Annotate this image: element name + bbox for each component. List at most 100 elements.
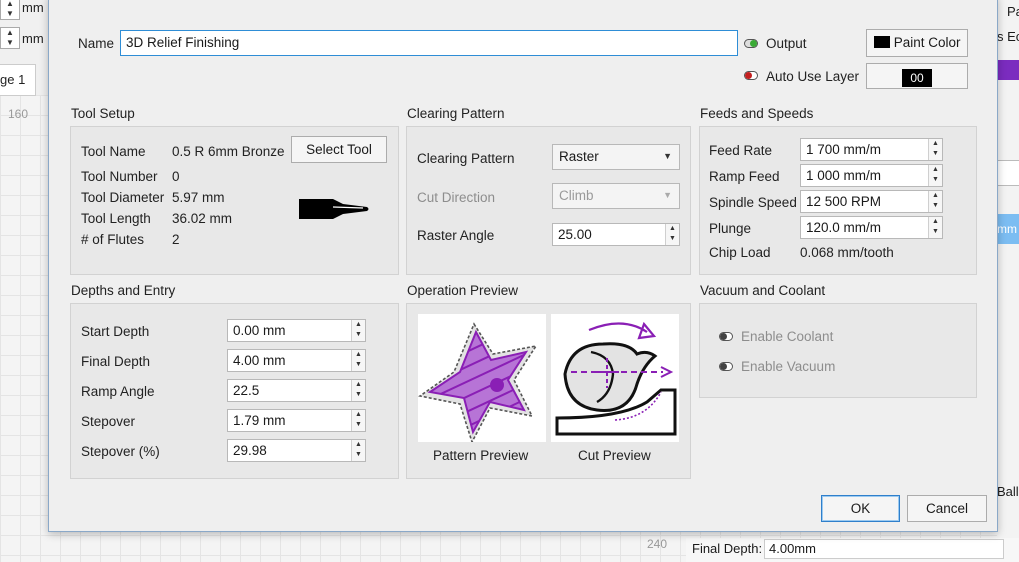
chevron-down-icon: ▼ [663, 190, 672, 200]
layer-button[interactable]: 00 [866, 63, 968, 89]
stepover-pct-label: Stepover (%) [81, 444, 160, 459]
depths-title: Depths and Entry [71, 283, 176, 298]
background-page-tab[interactable]: ge 1 [0, 64, 36, 96]
cut-preview-icon [555, 321, 677, 436]
status-final-depth-field[interactable]: 4.00mm [764, 539, 1004, 559]
spin-up-icon[interactable]: ▲ [352, 350, 365, 360]
spin-down-icon[interactable]: ▼ [352, 330, 365, 340]
background-unit-second: mm [22, 31, 44, 46]
enable-coolant-label: Enable Coolant [741, 329, 834, 344]
vacuum-toggle[interactable] [719, 362, 733, 371]
ramp-feed-spinner[interactable]: 1 000 mm/m ▲ ▼ [800, 164, 943, 187]
feed-rate-value: 1 700 mm/m [806, 142, 882, 157]
spin-down-icon[interactable]: ▼ [352, 360, 365, 370]
background-spinner-top[interactable]: ▲ ▼ [0, 0, 20, 20]
tool-profile-icon [299, 199, 369, 219]
cancel-button[interactable]: Cancel [907, 495, 987, 522]
right-panel-partial-2: s Ec [997, 29, 1019, 44]
ramp-feed-label: Ramp Feed [709, 169, 780, 184]
toolpath-dialog: Name 3D Relief Finishing Output Paint Co… [48, 0, 998, 532]
cut-direction-label: Cut Direction [417, 190, 496, 205]
spin-down-icon[interactable]: ▼ [352, 420, 365, 430]
tool-number-label: Tool Number [81, 169, 158, 184]
depths-group: Start Depth 0.00 mm ▲ ▼ Final Depth 4.00 … [70, 303, 399, 479]
stepover-pct-spinner[interactable]: 29.98 ▲ ▼ [227, 439, 366, 462]
paint-color-button[interactable]: Paint Color [866, 29, 968, 57]
chip-load-value: 0.068 mm/tooth [800, 245, 894, 260]
plunge-value: 120.0 mm/m [806, 220, 882, 235]
tool-diameter-value: 5.97 mm [172, 190, 225, 205]
spin-down-icon[interactable]: ▼ [929, 201, 942, 211]
spin-down-icon[interactable]: ▼ [666, 234, 679, 244]
select-tool-button[interactable]: Select Tool [291, 136, 387, 163]
auto-use-layer-label: Auto Use Layer [766, 69, 860, 84]
name-label: Name [78, 36, 115, 51]
ruler-label-left: 160 [8, 107, 29, 121]
feed-rate-spinner[interactable]: 1 700 mm/m ▲ ▼ [800, 138, 943, 161]
output-label: Output [766, 36, 807, 51]
clearing-pattern-title: Clearing Pattern [407, 106, 505, 121]
spin-down-icon[interactable]: ▼ [352, 390, 365, 400]
stepover-value: 1.79 mm [233, 413, 286, 428]
spin-up-icon[interactable]: ▲ [352, 410, 365, 420]
final-depth-label: Final Depth [81, 354, 151, 369]
raster-angle-value: 25.00 [558, 227, 592, 242]
pattern-preview-caption: Pattern Preview [433, 448, 529, 463]
final-depth-value: 4.00 mm [233, 353, 286, 368]
output-toggle[interactable] [744, 39, 758, 48]
ok-button[interactable]: OK [821, 495, 900, 522]
tool-setup-title: Tool Setup [71, 106, 135, 121]
spin-up-icon[interactable]: ▲ [929, 139, 942, 149]
coolant-toggle[interactable] [719, 332, 733, 341]
ramp-angle-label: Ramp Angle [81, 384, 155, 399]
spin-down-icon[interactable]: ▼ [929, 227, 942, 237]
spin-up-icon[interactable]: ▲ [929, 165, 942, 175]
spin-down-icon[interactable]: ▼ [929, 149, 942, 159]
spindle-speed-spinner[interactable]: 12 500 RPM ▲ ▼ [800, 190, 943, 213]
tool-name-label: Tool Name [81, 144, 146, 159]
cut-preview-panel [551, 314, 679, 442]
clearing-pattern-value: Raster [559, 149, 599, 164]
spin-down-icon[interactable]: ▼ [929, 175, 942, 185]
spin-up-icon[interactable]: ▲ [929, 191, 942, 201]
pattern-preview-panel [418, 314, 546, 445]
stepover-spinner[interactable]: 1.79 mm ▲ ▼ [227, 409, 366, 432]
flutes-label: # of Flutes [81, 232, 145, 247]
enable-vacuum-label: Enable Vacuum [741, 359, 836, 374]
flutes-value: 2 [172, 232, 180, 247]
background-spinner-second[interactable]: ▲ ▼ [0, 27, 20, 49]
spin-up-icon[interactable]: ▲ [352, 320, 365, 330]
tool-length-label: Tool Length [81, 211, 151, 226]
start-depth-spinner[interactable]: 0.00 mm ▲ ▼ [227, 319, 366, 342]
plunge-spinner[interactable]: 120.0 mm/m ▲ ▼ [800, 216, 943, 239]
spin-up-icon[interactable]: ▲ [352, 440, 365, 450]
layer-value: 00 [902, 69, 932, 87]
background-right-field[interactable] [997, 160, 1019, 186]
paint-color-label: Paint Color [893, 35, 961, 50]
background-accent-bar [997, 60, 1019, 80]
paint-color-swatch [874, 36, 890, 48]
right-panel-partial-5: Ball [997, 484, 1019, 499]
ramp-angle-value: 22.5 [233, 383, 260, 398]
spin-up-icon[interactable]: ▲ [929, 217, 942, 227]
cut-direction-value: Climb [559, 188, 594, 203]
clearing-pattern-label: Clearing Pattern [417, 151, 515, 166]
vacuum-coolant-title: Vacuum and Coolant [700, 283, 826, 298]
spin-up-icon[interactable]: ▲ [666, 224, 679, 234]
feed-rate-label: Feed Rate [709, 143, 773, 158]
tool-number-value: 0 [172, 169, 180, 184]
background-selected-row[interactable]: mm [997, 214, 1019, 244]
clearing-pattern-select[interactable]: Raster ▼ [552, 144, 680, 170]
spin-down-icon[interactable]: ▼ [352, 450, 365, 460]
auto-use-layer-toggle[interactable] [744, 71, 758, 80]
raster-angle-spinner[interactable]: 25.00 ▲ ▼ [552, 223, 680, 246]
tool-setup-group: Tool Name 0.5 R 6mm Bronze Select Tool T… [70, 126, 399, 275]
operation-preview-title: Operation Preview [407, 283, 519, 298]
vacuum-coolant-group: Enable Coolant Enable Vacuum [699, 303, 977, 398]
final-depth-spinner[interactable]: 4.00 mm ▲ ▼ [227, 349, 366, 372]
chevron-down-icon: ▼ [663, 151, 672, 161]
name-input[interactable]: 3D Relief Finishing [120, 30, 738, 56]
ramp-angle-spinner[interactable]: 22.5 ▲ ▼ [227, 379, 366, 402]
spin-up-icon[interactable]: ▲ [352, 380, 365, 390]
spindle-speed-label: Spindle Speed [709, 195, 797, 210]
